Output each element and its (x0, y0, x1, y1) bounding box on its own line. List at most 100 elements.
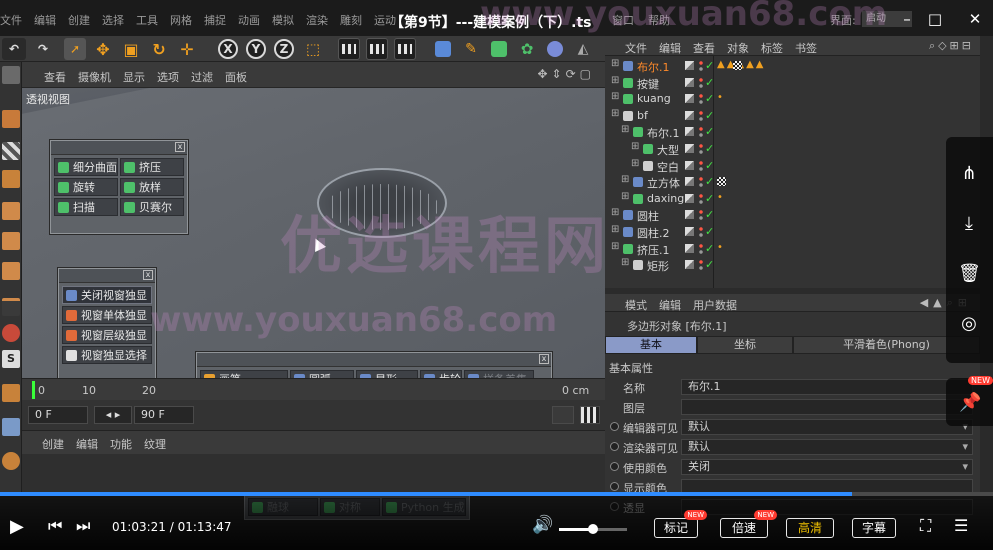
attribute-manager-menu-item[interactable]: 用户数据 (693, 297, 737, 313)
viewport-menu-item[interactable]: 显示 (123, 69, 145, 85)
close-icon[interactable]: x (175, 142, 185, 152)
redo-icon[interactable]: ↷ (32, 38, 54, 60)
playlist-icon[interactable]: ☰ (954, 516, 968, 535)
visibility-dots[interactable] (699, 259, 703, 272)
solo-button[interactable]: 视窗单体独显 (62, 306, 152, 324)
subdivision-icon[interactable] (488, 38, 510, 60)
object-row[interactable]: ⊞ bf ✓ (605, 108, 980, 125)
object-row[interactable]: ⊞ 空白 ✓ (605, 158, 980, 175)
expand-toggle-icon[interactable]: ⊞ (621, 124, 629, 135)
material-menu-item[interactable]: 编辑 (76, 436, 98, 452)
pen-icon[interactable]: ✎ (460, 38, 482, 60)
end-frame-field[interactable]: 90 F (134, 406, 194, 424)
download-icon[interactable]: ⤓ (958, 213, 980, 235)
deformer-icon[interactable] (544, 38, 566, 60)
visibility-dots[interactable] (699, 93, 703, 106)
scale-icon[interactable]: ▣ (120, 38, 142, 60)
close-icon[interactable]: ✕ (966, 10, 984, 28)
right-menu-item[interactable]: 窗口 (612, 12, 634, 28)
volume-icon[interactable]: 🔊 (532, 515, 553, 535)
attribute-tab[interactable]: 坐标 (697, 336, 793, 354)
edges-mode-icon[interactable] (2, 232, 20, 250)
expand-toggle-icon[interactable]: ⊞ (621, 257, 629, 268)
texture-mode-icon[interactable] (2, 142, 20, 160)
render-view-icon[interactable] (338, 38, 360, 60)
main-menu-item[interactable]: 编辑 (34, 12, 56, 28)
expand-toggle-icon[interactable]: ⊞ (631, 158, 639, 169)
right-menu-item[interactable]: 帮助 (648, 12, 670, 28)
main-menu-item[interactable]: 文件 (0, 12, 22, 28)
generator-button[interactable]: 挤压 (120, 158, 184, 176)
texture-tag-icon[interactable] (717, 177, 726, 187)
visibility-dots[interactable] (699, 159, 703, 172)
maximize-icon[interactable]: □ (926, 10, 944, 28)
solo-button[interactable]: 视窗独显选择 (62, 346, 152, 364)
record-circle-icon[interactable]: ◎ (958, 313, 980, 335)
object-manager-menu-item[interactable]: 文件 (625, 40, 647, 56)
generator-button[interactable]: 旋转 (54, 178, 118, 196)
attribute-value-field[interactable]: 关闭 (681, 459, 973, 475)
rotate-icon[interactable]: ↻ (148, 38, 170, 60)
visibility-dots[interactable] (699, 176, 703, 189)
generator-button[interactable]: 贝赛尔 (120, 198, 184, 216)
object-row[interactable]: ⊞ 挤压.1 ✓ • (605, 241, 980, 258)
workplane-icon[interactable] (2, 170, 20, 188)
close-icon[interactable]: x (539, 354, 549, 364)
generator-button[interactable]: 放样 (120, 178, 184, 196)
texture-tag-icon[interactable] (733, 61, 742, 70)
object-row[interactable]: ⊞ 圆柱.2 ✓ (605, 224, 980, 241)
object-manager-menu-item[interactable]: 标签 (761, 40, 783, 56)
close-icon[interactable]: x (143, 270, 153, 280)
x-axis-icon[interactable]: X (218, 39, 238, 59)
main-menu-item[interactable]: 捕捉 (204, 12, 226, 28)
generator-button[interactable]: 扫描 (54, 198, 118, 216)
visibility-dots[interactable] (699, 192, 703, 205)
attribute-value-field[interactable]: 默认 (681, 419, 973, 435)
expand-toggle-icon[interactable]: ⊞ (631, 141, 639, 152)
expand-toggle-icon[interactable]: ⊞ (611, 91, 619, 102)
expand-toggle-icon[interactable]: ⊞ (611, 58, 619, 69)
object-row[interactable]: ⊞布尔.1✓▲▲▲▲▲ (605, 58, 980, 75)
visibility-dots[interactable] (699, 209, 703, 222)
object-manager-menu-item[interactable]: 编辑 (659, 40, 681, 56)
visibility-dots[interactable] (699, 143, 703, 155)
viewport-menu-item[interactable]: 选项 (157, 69, 179, 85)
palette-header[interactable]: x (59, 269, 155, 283)
attribute-value-field[interactable]: 默认 (681, 439, 973, 455)
attribute-manager-menu-item[interactable]: 模式 (625, 297, 647, 313)
object-manager-menu-item[interactable]: 书签 (795, 40, 817, 56)
main-menu-item[interactable]: 模拟 (272, 12, 294, 28)
record-icon[interactable] (552, 406, 574, 424)
frame-stepper[interactable]: ◂ ▸ (94, 406, 132, 424)
object-row[interactable]: ⊞ 矩形 ✓ (605, 257, 980, 274)
tweak-mode-icon[interactable] (2, 324, 20, 342)
timeline[interactable]: 0 10 20 0 cm (22, 378, 605, 400)
cube-icon[interactable] (432, 38, 454, 60)
object-manager-menu-item[interactable]: 对象 (727, 40, 749, 56)
attribute-manager-menu-item[interactable]: 编辑 (659, 297, 681, 313)
material-menu-item[interactable]: 创建 (42, 436, 64, 452)
palette-header[interactable]: x (51, 141, 187, 155)
snap-icon[interactable]: S (2, 350, 20, 368)
select-arrow-icon[interactable]: ➚ (64, 38, 86, 60)
minimize-icon[interactable]: – (898, 10, 916, 28)
animate-radio-icon[interactable] (610, 442, 619, 451)
visibility-dots[interactable] (699, 226, 703, 238)
render-picture-icon[interactable] (366, 38, 388, 60)
floor-icon[interactable]: ◭ (572, 38, 594, 60)
object-row[interactable]: ⊞ 布尔.1 ✓ (605, 124, 980, 141)
visibility-dots[interactable] (699, 126, 703, 139)
player-quality-button[interactable]: 高清 (786, 518, 834, 538)
player-speed-button[interactable]: 倍速 NEW (720, 510, 777, 538)
make-editable-icon[interactable] (2, 66, 20, 84)
attribute-tab[interactable]: 基本 (605, 336, 697, 354)
attribute-value-field[interactable] (681, 399, 973, 415)
planar-icon[interactable] (2, 452, 20, 470)
move-icon[interactable]: ✥ (92, 38, 114, 60)
object-row[interactable]: ⊞ kuang ✓ • (605, 91, 980, 108)
object-row[interactable]: ⊞ daxing ✓ • (605, 191, 980, 208)
animate-radio-icon[interactable] (610, 482, 619, 491)
viewport-nav-icons[interactable]: ✥⇕⟳▢ (537, 67, 595, 81)
model-mode-icon[interactable] (2, 110, 20, 128)
object-row[interactable]: ⊞ 大型 ✓ (605, 141, 980, 158)
